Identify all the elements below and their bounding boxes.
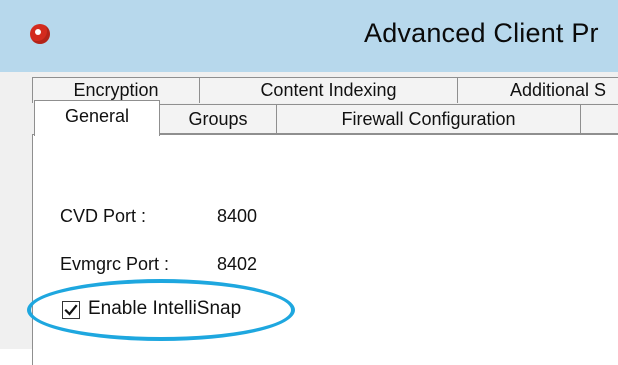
highlight-annotation-circle xyxy=(27,279,295,341)
tab-groups[interactable]: Groups xyxy=(159,104,277,134)
window-titlebar: Advanced Client Pr xyxy=(0,0,618,72)
app-logo-icon[interactable] xyxy=(30,24,50,44)
tab-firewall-configuration[interactable]: Firewall Configuration xyxy=(276,104,581,134)
tab-content-indexing[interactable]: Content Indexing xyxy=(199,77,458,103)
cvd-port-label: CVD Port : xyxy=(60,206,147,226)
evmgrc-port-value: 8402 xyxy=(217,254,258,274)
evmgrc-port-label: Evmgrc Port : xyxy=(60,254,170,274)
tab-general[interactable]: General xyxy=(34,100,160,136)
window-title: Advanced Client Pr xyxy=(364,18,599,48)
tab-partial[interactable] xyxy=(580,104,618,134)
cvd-port-value: 8400 xyxy=(217,206,258,226)
tab-additional-settings[interactable]: Additional S xyxy=(457,77,618,103)
